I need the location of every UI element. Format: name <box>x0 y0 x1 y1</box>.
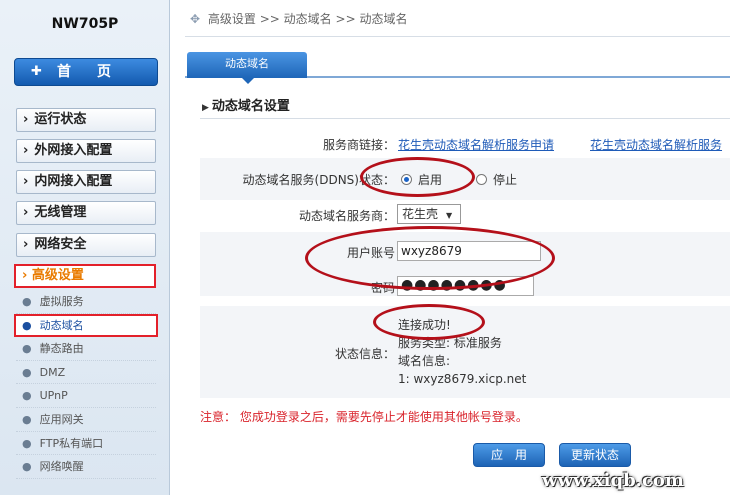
submenu-label: UPnP <box>39 389 68 403</box>
ddns-disable-label: 停止 <box>493 173 518 187</box>
bullet-icon: ● <box>22 389 32 403</box>
annotation-ellipse <box>373 304 485 340</box>
router-model: NW705P <box>51 16 119 32</box>
submenu-item-wol[interactable]: ● 网络唤醒 <box>16 455 156 479</box>
home-label: 首 页 <box>57 64 117 80</box>
chevron-right-icon: › <box>23 143 29 158</box>
home-button[interactable]: ✚ 首 页 <box>14 58 158 86</box>
menu-advanced[interactable]: › 高级设置 <box>14 264 156 288</box>
submenu-item-dmz[interactable]: ● DMZ <box>16 361 156 385</box>
submenu-label: 虚拟服务 <box>39 295 84 308</box>
provider-service-link[interactable]: 花生壳动态域名解析服务 <box>590 136 730 153</box>
menu-label: 内网接入配置 <box>34 174 113 189</box>
apply-button[interactable]: 应 用 <box>473 443 545 467</box>
chevron-right-icon: › <box>23 112 29 127</box>
breadcrumb-item: 动态域名 <box>359 12 408 26</box>
provider-link-label: 服务商链接： <box>322 138 395 152</box>
chevron-right-icon: › <box>23 205 29 220</box>
section-title: ▶ 动态域名设置 <box>202 95 290 114</box>
submenu-label: DMZ <box>39 365 66 379</box>
submenu-item-static-route[interactable]: ● 静态路由 <box>16 337 156 361</box>
menu-wireless[interactable]: › 无线管理 <box>16 201 156 225</box>
divider <box>200 118 730 119</box>
dropdown-arrow-icon: ▼ <box>446 211 453 220</box>
bullet-icon: ● <box>22 342 32 356</box>
provider-selected-value: 花生壳 <box>402 207 439 221</box>
breadcrumb-separator: >> <box>335 12 356 26</box>
chevron-right-icon: › <box>23 174 29 189</box>
menu-run-status[interactable]: › 运行状态 <box>16 108 156 132</box>
submenu-label: 应用网关 <box>39 412 84 426</box>
section-title-text: 动态域名设置 <box>211 99 290 114</box>
watermark: www.xiqb.com <box>542 470 684 491</box>
notice-text: 注意： 您成功登录之后，需要先停止才能使用其他帐号登录。 <box>200 410 528 424</box>
divider <box>185 36 730 37</box>
status-line: 1: wxyz8679.xicp.net <box>398 372 527 386</box>
menu-label: 无线管理 <box>34 205 87 220</box>
move-icon: ✥ <box>190 12 201 26</box>
ddns-disable-option[interactable]: 停止 <box>476 171 517 188</box>
menu-label: 外网接入配置 <box>34 143 113 158</box>
chevron-right-icon: › <box>23 237 29 252</box>
submenu-label: 静态路由 <box>39 342 84 356</box>
menu-label: 高级设置 <box>31 268 84 283</box>
chevron-right-icon: › <box>22 268 32 283</box>
tab-ddns[interactable]: 动态域名 <box>187 52 307 84</box>
menu-label: 网络安全 <box>34 237 87 252</box>
submenu-item-virtual-server[interactable]: ● 虚拟服务 <box>16 290 156 314</box>
tab-bar: 动态域名 <box>185 52 730 84</box>
status-info-label: 状态信息： <box>334 347 395 361</box>
status-line: 域名信息: <box>398 354 451 368</box>
submenu-label: FTP私有端口 <box>39 436 104 450</box>
triangle-right-icon: ▶ <box>202 103 209 113</box>
ddns-provider-label: 动态域名服务商： <box>298 209 395 223</box>
sidebar: NW705P ✚ 首 页 › 运行状态 › 外网接入配置 › 内网接入配置 › 无线管理… <box>0 0 170 495</box>
annotation-ellipse <box>305 226 555 290</box>
submenu-advanced: ● 虚拟服务 ● 动态域名 ● 静态路由 ● DMZ ● UPnP ● 应用网关 ● FTP私… <box>14 290 158 479</box>
breadcrumb-separator: >> <box>259 12 280 26</box>
bullet-icon: ● <box>22 460 32 474</box>
bullet-icon: ● <box>22 295 32 308</box>
annotation-ellipse <box>360 157 475 197</box>
refresh-status-button[interactable]: 更新状态 <box>559 443 631 467</box>
bullet-icon: ● <box>22 412 32 426</box>
bullet-icon: ● <box>22 436 32 450</box>
bullet-icon: ● <box>22 365 32 379</box>
provider-signup-link[interactable]: 花生壳动态域名解析服务申请 <box>398 136 554 153</box>
breadcrumb-item: 动态域名 <box>283 12 332 26</box>
menu-lan-config[interactable]: › 内网接入配置 <box>16 170 156 194</box>
submenu-item-ftp-port[interactable]: ● FTP私有端口 <box>16 432 156 456</box>
breadcrumb-item: 高级设置 <box>207 12 256 26</box>
bullet-icon: ● <box>22 318 32 332</box>
menu-wan-config[interactable]: › 外网接入配置 <box>16 139 156 163</box>
ddns-provider-select[interactable]: 花生壳 ▼ <box>397 204 461 224</box>
menu-label: 运行状态 <box>34 112 87 127</box>
submenu-item-ddns[interactable]: ● 动态域名 <box>14 313 158 338</box>
submenu-label: 网络唤醒 <box>39 460 84 474</box>
radio-unselected-icon[interactable] <box>476 174 487 185</box>
breadcrumb: ✥ 高级设置 >> 动态域名 >> 动态域名 <box>190 10 407 27</box>
submenu-label: 动态域名 <box>39 318 84 332</box>
submenu-item-upnp[interactable]: ● UPnP <box>16 384 156 408</box>
menu-security[interactable]: › 网络安全 <box>16 233 156 257</box>
submenu-item-app-gateway[interactable]: ● 应用网关 <box>16 408 156 432</box>
